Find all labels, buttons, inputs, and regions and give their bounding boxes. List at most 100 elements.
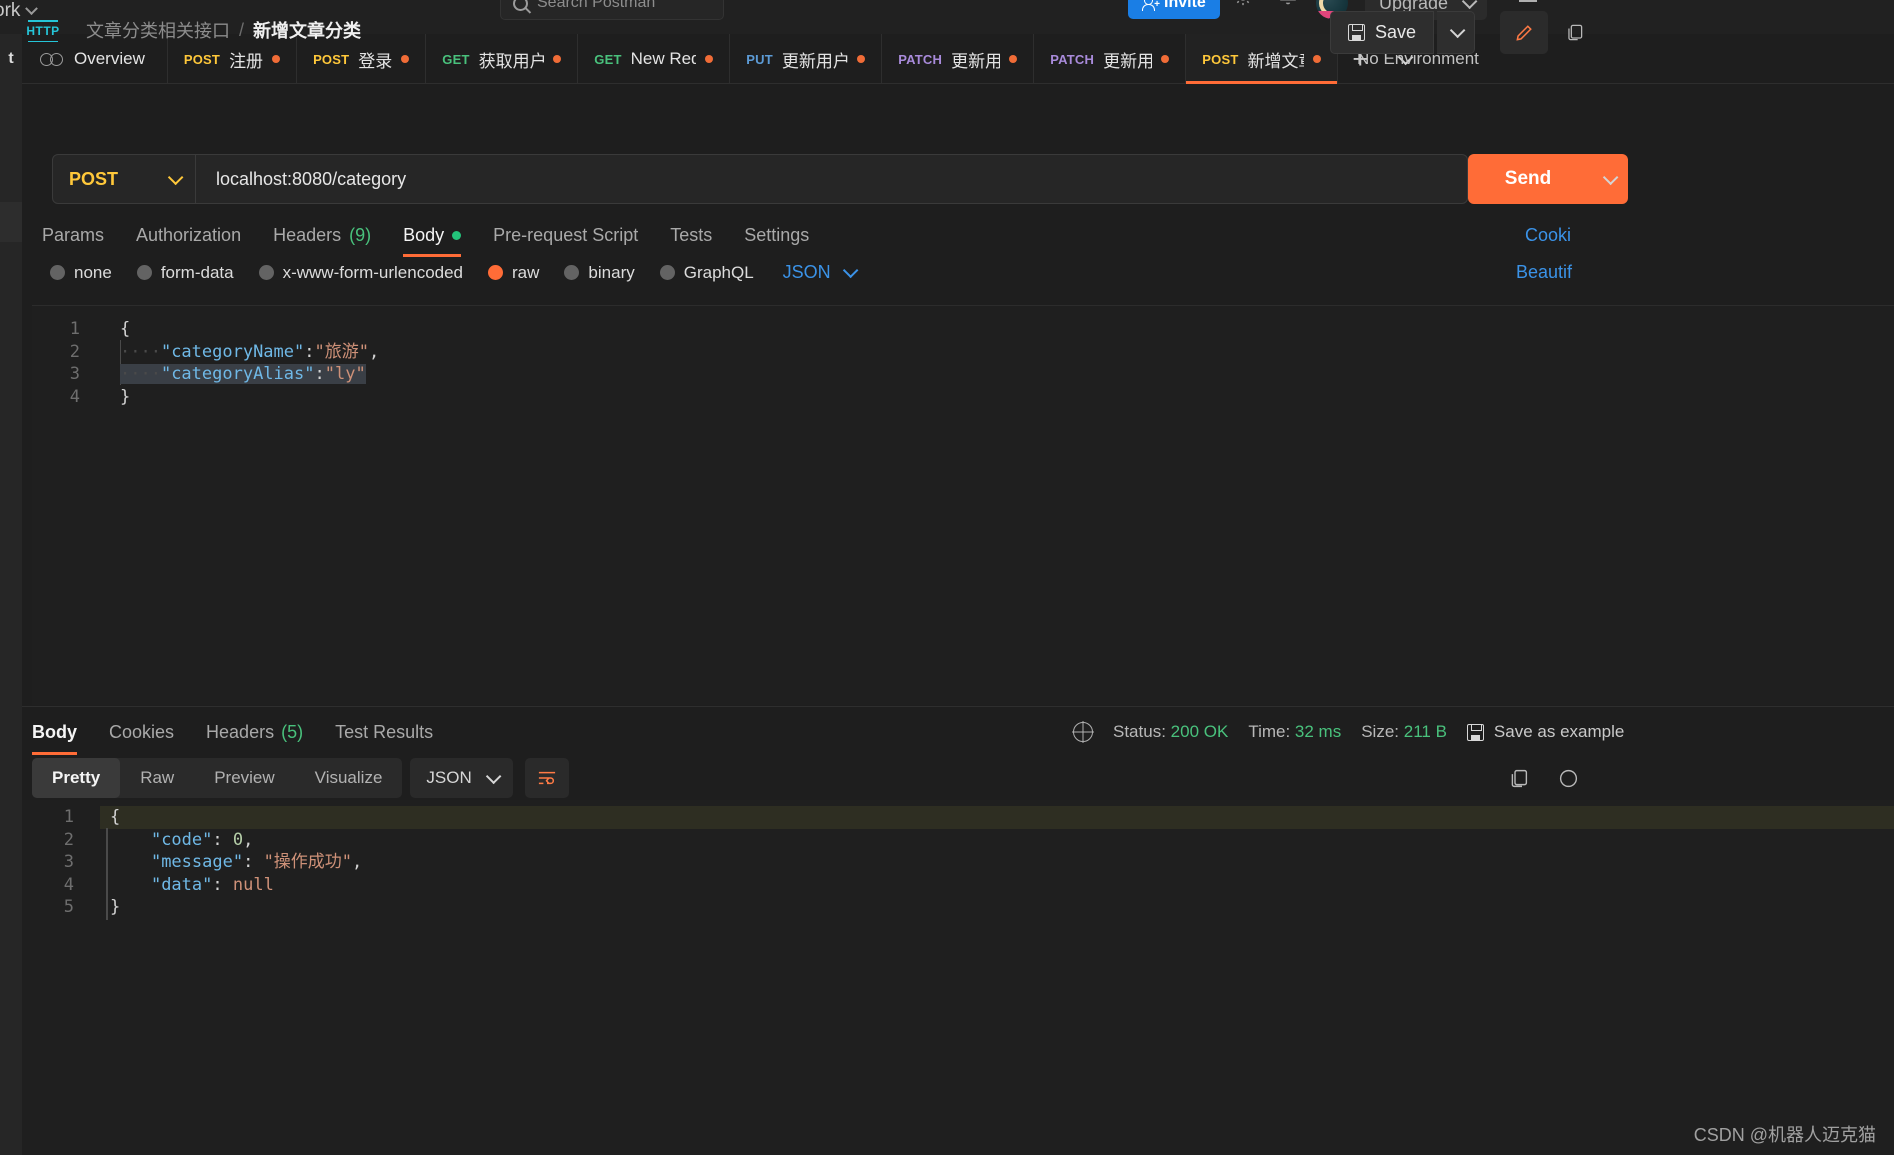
tab-method: GET	[442, 51, 470, 67]
sidebar-edge-label: t	[0, 34, 22, 84]
breadcrumb-separator: /	[239, 19, 245, 40]
body-type-binary-label: binary	[588, 262, 635, 282]
code-key: "categoryAlias"	[160, 364, 315, 384]
response-body-viewer[interactable]: 1 2 3 4 5 { "code": 0, "message": "操作成功"…	[22, 800, 1894, 1155]
code-token: }	[120, 386, 131, 407]
save-button[interactable]: Save	[1330, 11, 1435, 54]
response-tab-body[interactable]: Body	[32, 713, 93, 755]
code-token: {	[110, 807, 121, 827]
body-format-dropdown[interactable]: JSON	[783, 262, 859, 283]
radio-icon	[564, 265, 580, 280]
body-type-none[interactable]: none	[50, 263, 112, 283]
code-punct: :	[212, 874, 233, 895]
tab-body[interactable]: Body	[387, 216, 477, 257]
body-type-form-data[interactable]: form-data	[136, 262, 234, 283]
code-whitespace: ····	[120, 341, 161, 362]
radio-icon	[659, 265, 675, 280]
radio-icon	[136, 265, 152, 280]
wrap-lines-button[interactable]	[524, 758, 569, 798]
body-type-graphql[interactable]: GraphQL	[659, 263, 754, 283]
tab-authorization[interactable]: Authorization	[120, 216, 257, 254]
tab-method: POST	[313, 51, 350, 67]
breadcrumb-parent[interactable]: 文章分类相关接口	[86, 17, 230, 43]
window-minimize-button[interactable]	[1519, 0, 1537, 2]
code-line-2: ····"categoryName":"旅游",	[120, 341, 1894, 364]
send-options-button[interactable]	[1588, 154, 1628, 204]
view-mode-pretty[interactable]: Pretty	[32, 758, 121, 798]
tab-pre-request-script[interactable]: Pre-request Script	[477, 216, 654, 254]
response-tab-headers-label: Headers	[206, 721, 275, 742]
tab-request-7[interactable]: POST 新增文章分	[1186, 34, 1339, 84]
unsaved-dot-icon	[1009, 55, 1018, 63]
code-line-4: }	[120, 386, 1894, 409]
request-body-editor[interactable]: 1 2 3 4 { ····"categoryName":"旅游", ····"…	[32, 305, 1894, 705]
response-tab-test-results[interactable]: Test Results	[319, 713, 449, 751]
code-punct: ,	[352, 852, 363, 872]
method-dropdown[interactable]: POST	[53, 155, 196, 203]
floppy-disk-icon	[1348, 24, 1365, 41]
url-value: localhost:8080/category	[216, 168, 407, 189]
code-whitespace: ····	[120, 364, 161, 384]
tab-request-4[interactable]: PUT 更新用户基z	[730, 34, 883, 84]
bell-icon[interactable]	[1277, 0, 1299, 13]
copy-link-button[interactable]	[1552, 11, 1596, 54]
copy-response-button[interactable]	[1498, 758, 1538, 798]
url-input[interactable]: localhost:8080/category	[196, 169, 1467, 190]
radio-icon	[258, 265, 274, 280]
code-line-3: ····"categoryAlias":"ly"	[120, 363, 1894, 386]
cookies-link[interactable]: Cooki	[1525, 216, 1894, 254]
response-line-5: }	[110, 896, 1894, 919]
tab-method: PATCH	[898, 51, 943, 67]
response-tab-cookies[interactable]: Cookies	[93, 713, 190, 751]
chevron-down-icon	[25, 1, 39, 15]
gear-icon[interactable]	[1232, 0, 1254, 13]
response-format-label: JSON	[426, 768, 472, 787]
tab-label: New Reque	[630, 49, 697, 68]
tab-headers[interactable]: Headers (9)	[257, 216, 387, 254]
save-options-button[interactable]	[1437, 11, 1475, 54]
status-value: 200 OK	[1170, 722, 1229, 741]
body-type-form-data-label: form-data	[160, 262, 234, 282]
body-type-binary[interactable]: binary	[564, 262, 635, 283]
body-present-dot-icon	[452, 230, 462, 240]
unsaved-dot-icon	[1313, 55, 1322, 63]
view-mode-preview[interactable]: Preview	[194, 758, 294, 798]
tab-overview-label: Overview	[74, 49, 145, 68]
response-tab-test-results-label: Test Results	[335, 721, 434, 742]
http-protocol-icon: HTTP	[26, 16, 60, 46]
response-format-dropdown[interactable]: JSON	[410, 758, 513, 798]
view-mode-raw[interactable]: Raw	[120, 758, 194, 798]
tab-settings[interactable]: Settings	[728, 216, 825, 254]
tab-request-3[interactable]: GET New Reque	[578, 34, 731, 84]
code-punct: :	[212, 829, 233, 850]
tab-headers-count: (9)	[349, 224, 372, 245]
tab-params[interactable]: Params	[42, 216, 120, 254]
response-tab-cookies-label: Cookies	[109, 721, 175, 742]
invite-button[interactable]: + Invite	[1128, 0, 1220, 19]
tab-request-2[interactable]: GET 获取用户详	[426, 34, 579, 84]
radio-icon	[50, 265, 65, 280]
watermark: CSDN @机器人迈克猫	[1693, 1125, 1876, 1145]
tab-request-5[interactable]: PATCH 更新用户氵	[882, 34, 1035, 84]
sidebar-rail-block	[0, 202, 22, 242]
help-icon[interactable]	[1548, 758, 1588, 798]
send-button[interactable]: Send	[1468, 154, 1588, 204]
edit-button[interactable]	[1500, 11, 1548, 54]
unsaved-dot-icon	[553, 55, 562, 63]
code-string: "操作成功"	[263, 852, 353, 872]
tab-method: PUT	[746, 51, 773, 67]
view-mode-visualize[interactable]: Visualize	[295, 758, 403, 798]
tab-tests[interactable]: Tests	[654, 216, 728, 254]
line-number: 3	[69, 364, 80, 384]
cookies-link-label: Cooki	[1525, 224, 1572, 245]
code-token: {	[120, 319, 131, 339]
response-tab-headers[interactable]: Headers (5)	[190, 713, 319, 751]
body-type-urlencoded[interactable]: x-www-form-urlencoded	[258, 263, 463, 283]
search-input[interactable]: Search Postman	[500, 0, 724, 20]
tab-authorization-label: Authorization	[136, 224, 242, 245]
body-type-raw[interactable]: raw	[488, 263, 539, 283]
save-as-example-button[interactable]: Save as example	[1466, 722, 1624, 742]
tab-request-6[interactable]: PATCH 更新用户氵	[1034, 34, 1187, 84]
beautify-button[interactable]: Beautif	[1516, 262, 1572, 283]
sidebar-rail-text: t	[8, 50, 14, 67]
